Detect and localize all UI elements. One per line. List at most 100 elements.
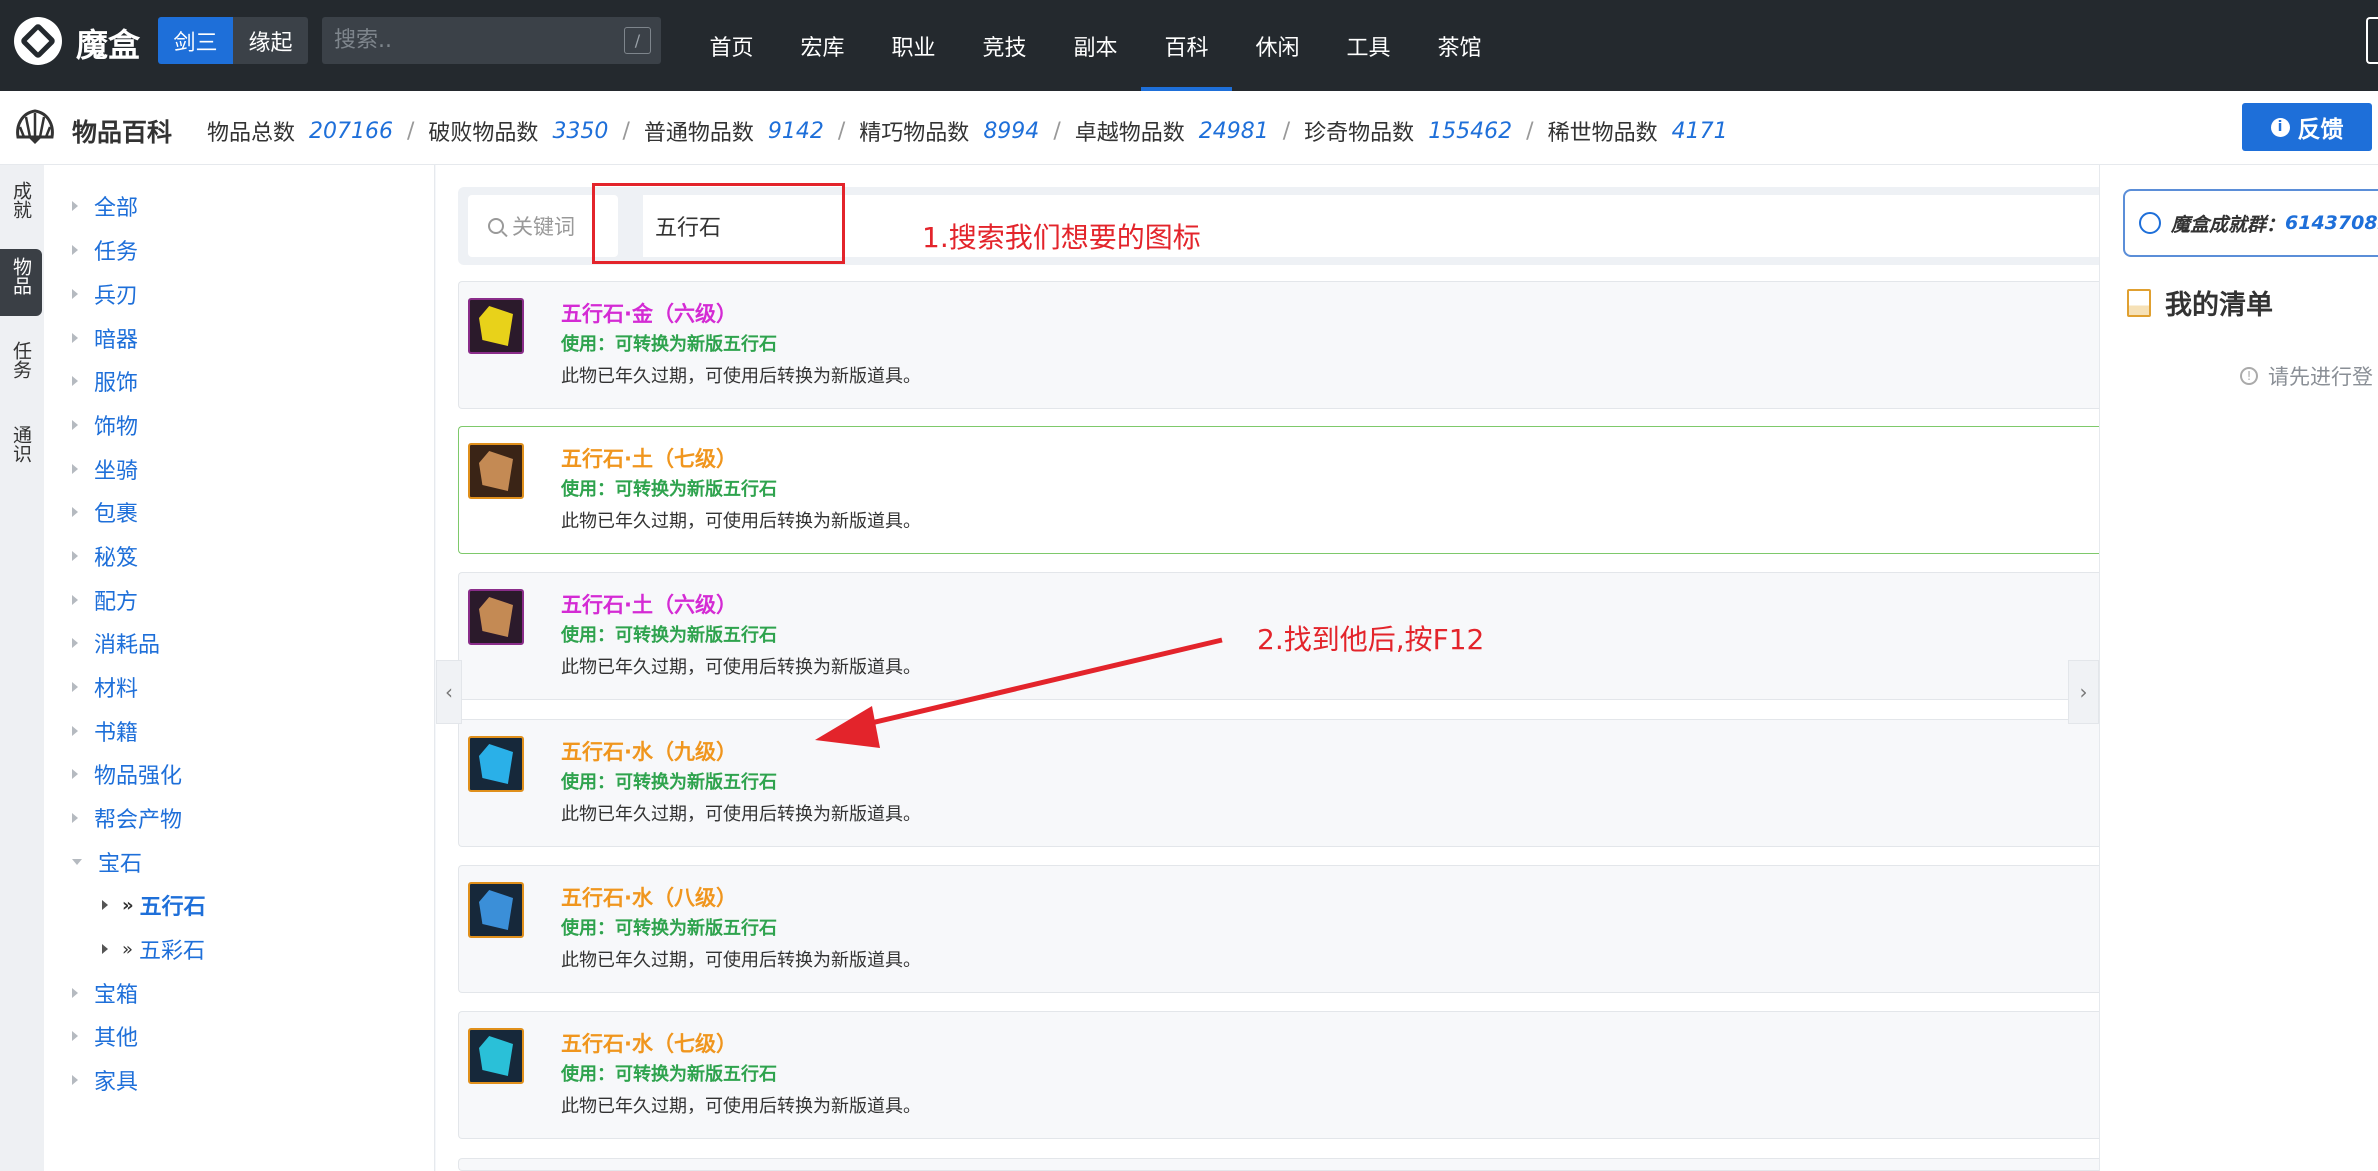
item-card[interactable]: 五行石·水（八级） 使用：可转换为新版五行石 此物已年久过期，可使用后转换为新版… xyxy=(458,865,2099,993)
item-use: 使用：可转换为新版五行石 xyxy=(561,918,777,939)
tree-item[interactable]: 秘笈 xyxy=(72,540,138,572)
notepad-icon xyxy=(2127,288,2151,317)
item-use: 使用：可转换为新版五行石 xyxy=(561,334,777,355)
page-title: 物品百科 xyxy=(72,118,173,147)
caret-right-icon xyxy=(72,813,78,823)
nav-tools[interactable]: 工具 xyxy=(1323,0,1414,91)
global-search: / xyxy=(322,17,661,64)
caret-right-icon xyxy=(72,682,78,692)
feedback-button[interactable]: i 反馈 xyxy=(2242,103,2372,151)
tree-item-label: 服饰 xyxy=(94,371,139,396)
next-arrow-button[interactable]: › xyxy=(2068,660,2099,724)
qq-group-banner[interactable]: 魔盒成就群： 614370825 xyxy=(2123,189,2378,257)
tree-item-label: 帮会产物 xyxy=(94,808,183,833)
nav-macro[interactable]: 宏库 xyxy=(777,0,868,91)
item-icon xyxy=(468,882,524,938)
tab-label: 成就 xyxy=(10,181,32,219)
tab-items[interactable]: 物品 xyxy=(0,249,42,316)
nav-dungeon[interactable]: 副本 xyxy=(1050,0,1141,91)
item-name[interactable]: 五行石·水（七级） xyxy=(561,1028,737,1058)
tree-item[interactable]: 坐骑 xyxy=(72,453,138,485)
switch-yuanqi[interactable]: 缘起 xyxy=(233,17,308,64)
info-icon: i xyxy=(2270,117,2290,137)
tab-achievements[interactable]: 成就 xyxy=(0,173,42,219)
nav-home[interactable]: 首页 xyxy=(686,0,777,91)
caret-right-icon xyxy=(102,944,108,954)
tree-item[interactable]: 任务 xyxy=(72,234,138,266)
item-card[interactable]: 五行石·水（九级） 使用：可转换为新版五行石 此物已年久过期，可使用后转换为新版… xyxy=(458,719,2099,847)
item-card-selected[interactable]: 五行石·土（七级） 使用：可转换为新版五行石 此物已年久过期，可使用后转换为新版… xyxy=(458,426,2099,554)
tree-item[interactable]: 消耗品 xyxy=(72,627,160,659)
brand-name[interactable]: 魔盒 xyxy=(76,20,140,66)
stat-value: 3350 xyxy=(552,118,609,144)
tree-item[interactable]: 全部 xyxy=(72,190,138,222)
tree-item[interactable]: 兵刃 xyxy=(72,278,138,310)
switch-jx3[interactable]: 剑三 xyxy=(158,17,233,64)
search-icon xyxy=(488,218,504,234)
prev-arrow-button[interactable]: ‹ xyxy=(436,660,462,724)
caret-right-icon xyxy=(72,769,78,779)
stat-value: 4171 xyxy=(1671,118,1728,144)
nav-class[interactable]: 职业 xyxy=(868,0,959,91)
item-use: 使用：可转换为新版五行石 xyxy=(561,1064,777,1085)
global-search-input[interactable] xyxy=(334,17,594,64)
nav-leisure[interactable]: 休闲 xyxy=(1232,0,1323,91)
nav-wiki[interactable]: 百科 xyxy=(1141,0,1232,91)
item-desc: 此物已年久过期，可使用后转换为新版道具。 xyxy=(561,1096,921,1117)
item-name[interactable]: 五行石·土（七级） xyxy=(561,443,737,473)
tree-subitem[interactable]: » 五彩石 xyxy=(102,933,205,965)
tree-item[interactable]: 暗器 xyxy=(72,322,138,354)
logo-icon[interactable] xyxy=(14,17,62,65)
login-hint[interactable]: ! 请先进行登 xyxy=(2240,361,2373,391)
top-navbar: 魔盒 剑三 缘起 / 首页 宏库 职业 竞技 副本 百科 休闲 工具 茶馆 xyxy=(0,0,2378,91)
tree-subitem-label: 五彩石 xyxy=(139,939,206,964)
tree-item[interactable]: 书籍 xyxy=(72,715,138,747)
user-button-edge[interactable] xyxy=(2366,17,2378,64)
tree-item-label: 秘笈 xyxy=(94,546,139,571)
tab-knowledge[interactable]: 通识 xyxy=(0,417,42,463)
caret-right-icon xyxy=(102,900,108,910)
item-name[interactable]: 五行石·水（九级） xyxy=(561,736,737,766)
stat-value: 8994 xyxy=(983,118,1040,144)
right-panel: 魔盒成就群： 614370825 我的清单 ! 请先进行登 xyxy=(2099,165,2378,1171)
tree-item-label: 书籍 xyxy=(94,721,139,746)
keyword-label-text: 关键词 xyxy=(512,215,575,239)
tree-item[interactable]: 帮会产物 xyxy=(72,802,182,834)
nav-teahouse[interactable]: 茶馆 xyxy=(1414,0,1505,91)
item-desc: 此物已年久过期，可使用后转换为新版道具。 xyxy=(561,657,921,678)
double-chevron-icon: » xyxy=(122,894,134,916)
tree-item[interactable]: 饰物 xyxy=(72,409,138,441)
item-name[interactable]: 五行石·金（六级） xyxy=(561,298,737,328)
login-hint-text: 请先进行登 xyxy=(2268,365,2373,389)
item-name[interactable]: 五行石·水（八级） xyxy=(561,882,737,912)
caret-right-icon xyxy=(72,376,78,386)
item-name[interactable]: 五行石·土（六级） xyxy=(561,589,737,619)
tree-subitem-active[interactable]: » 五行石 xyxy=(102,889,206,921)
tree-item[interactable]: 材料 xyxy=(72,671,138,703)
item-card[interactable]: 五行石·金（六级） 使用：可转换为新版五行石 此物已年久过期，可使用后转换为新版… xyxy=(458,281,2099,409)
item-icon xyxy=(468,298,524,354)
tree-item[interactable]: 物品强化 xyxy=(72,758,182,790)
category-tree: 全部 任务 兵刃 暗器 服饰 饰物 坐骑 包裹 秘笈 配方 消耗品 材料 书籍 … xyxy=(44,165,435,1171)
item-card-partial[interactable] xyxy=(458,1158,2099,1171)
tree-item[interactable]: 包裹 xyxy=(72,496,138,528)
tree-item-gems[interactable]: 宝石 xyxy=(72,846,142,878)
tree-item-label: 饰物 xyxy=(94,415,139,440)
caret-right-icon xyxy=(72,726,78,736)
tree-item-label: 消耗品 xyxy=(94,633,161,658)
tab-quests[interactable]: 任务 xyxy=(0,333,42,379)
stat-value: 24981 xyxy=(1198,118,1269,144)
tree-item[interactable]: 宝箱 xyxy=(72,977,138,1009)
tree-item[interactable]: 服饰 xyxy=(72,365,138,397)
caret-down-icon xyxy=(72,859,82,865)
keyword-input[interactable] xyxy=(643,195,2099,257)
caret-right-icon xyxy=(72,638,78,648)
tree-item[interactable]: 配方 xyxy=(72,584,138,616)
tree-item[interactable]: 家具 xyxy=(72,1064,138,1096)
item-card[interactable]: 五行石·水（七级） 使用：可转换为新版五行石 此物已年久过期，可使用后转换为新版… xyxy=(458,1011,2099,1139)
annotation-highlight-box xyxy=(592,183,845,264)
info-circle-icon: ! xyxy=(2240,367,2258,385)
tree-item-label: 家具 xyxy=(94,1070,139,1095)
nav-pvp[interactable]: 竞技 xyxy=(959,0,1050,91)
tree-item[interactable]: 其他 xyxy=(72,1020,138,1052)
